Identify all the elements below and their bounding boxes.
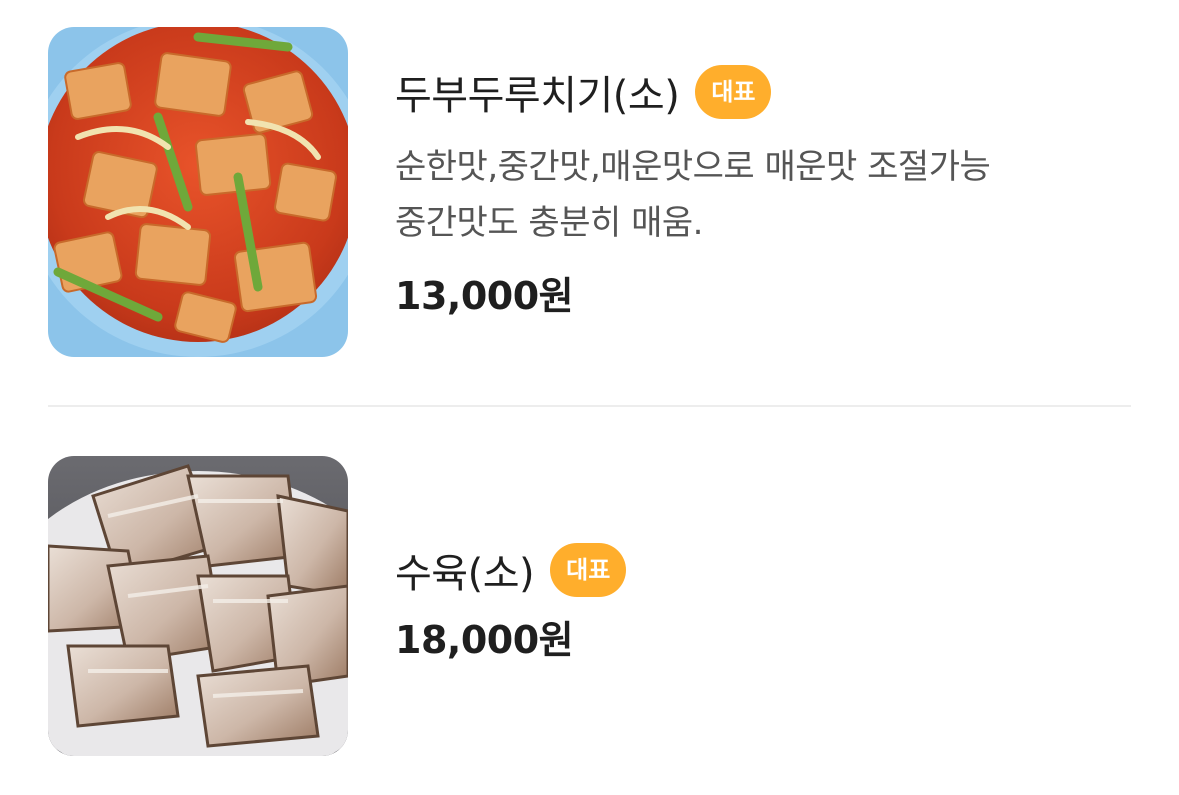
menu-item[interactable]: 두부두루치기(소) 대표 순한맛,중간맛,매운맛으로 매운맛 조절가능 중간맛도… [48, 27, 1131, 357]
signature-badge: 대표 [550, 543, 627, 597]
menu-item-name: 수육(소) [395, 551, 535, 597]
menu-list: 두부두루치기(소) 대표 순한맛,중간맛,매운맛으로 매운맛 조절가능 중간맛도… [0, 0, 1179, 795]
menu-item-photo [48, 456, 348, 756]
boiled-pork-image [48, 456, 348, 756]
signature-badge: 대표 [695, 65, 772, 119]
description-line: 중간맛도 충분히 매움. [395, 203, 703, 243]
menu-item-price: 18,000원 [395, 618, 574, 662]
menu-item-price: 13,000원 [395, 274, 574, 318]
item-divider [48, 405, 1131, 407]
menu-item-info: 두부두루치기(소) 대표 순한맛,중간맛,매운맛으로 매운맛 조절가능 중간맛도… [395, 63, 1131, 320]
menu-item-description: 순한맛,중간맛,매운맛으로 매운맛 조절가능 중간맛도 충분히 매움. [395, 139, 1131, 251]
title-row: 두부두루치기(소) 대표 [395, 63, 1131, 121]
description-line: 순한맛,중간맛,매운맛으로 매운맛 조절가능 [395, 147, 991, 187]
menu-item-photo [48, 27, 348, 357]
menu-item-info: 수육(소) 대표 18,000원 [395, 541, 1131, 664]
menu-item[interactable]: 수육(소) 대표 18,000원 [48, 456, 1131, 756]
tofu-dish-image [48, 27, 348, 357]
title-row: 수육(소) 대표 [395, 541, 1131, 599]
menu-item-name: 두부두루치기(소) [395, 73, 680, 119]
